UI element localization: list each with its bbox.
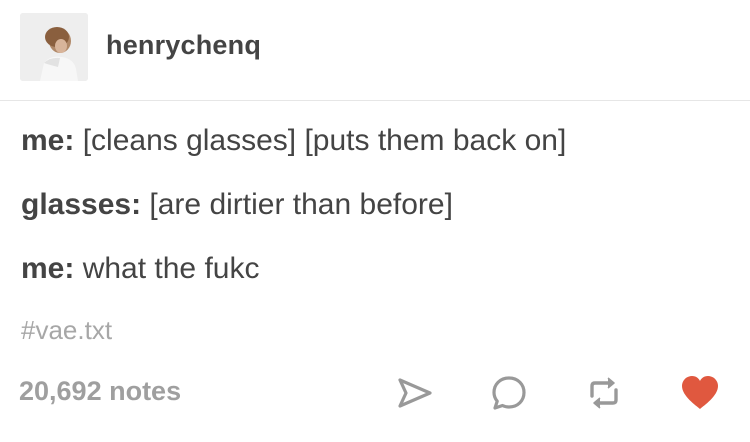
post-header: henrychenq bbox=[0, 0, 750, 101]
username-link[interactable]: henrychenq bbox=[106, 30, 261, 61]
tumblr-post: henrychenq me: [cleans glasses] [puts th… bbox=[0, 0, 750, 442]
post-line-2: glasses: [are dirtier than before] bbox=[21, 188, 453, 222]
speaker-label: glasses: bbox=[21, 188, 142, 221]
paper-plane-icon bbox=[398, 378, 432, 408]
speaker-label: me: bbox=[21, 252, 75, 285]
like-button[interactable] bbox=[678, 371, 722, 415]
post-tag[interactable]: #vae.txt bbox=[21, 315, 112, 346]
post-line-1: me: [cleans glasses] [puts them back on] bbox=[21, 124, 566, 158]
speaker-label: me: bbox=[21, 124, 75, 157]
share-button[interactable] bbox=[393, 371, 437, 415]
line-text: what the fukc bbox=[74, 252, 260, 285]
speech-bubble-icon bbox=[492, 376, 526, 410]
line-text: [are dirtier than before] bbox=[141, 188, 453, 221]
avatar[interactable] bbox=[20, 13, 88, 81]
notes-count[interactable]: 20,692 notes bbox=[19, 376, 181, 407]
post-line-3: me: what the fukc bbox=[21, 252, 259, 286]
reblog-button[interactable] bbox=[582, 371, 626, 415]
heart-icon bbox=[682, 376, 718, 409]
reply-button[interactable] bbox=[487, 371, 531, 415]
line-text: [cleans glasses] [puts them back on] bbox=[74, 124, 567, 157]
avatar-photo bbox=[20, 13, 88, 81]
reblog-arrows-icon bbox=[590, 377, 618, 409]
